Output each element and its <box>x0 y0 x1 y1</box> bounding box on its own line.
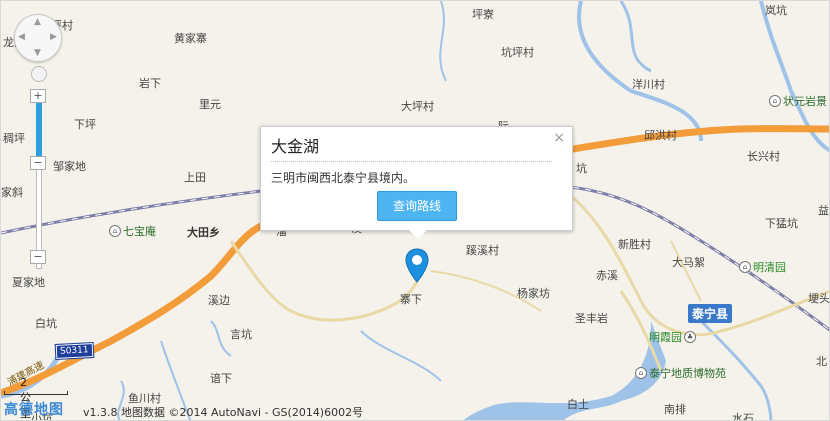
place-label: 邹家地 <box>53 160 86 173</box>
place-label: 大坪村 <box>401 100 434 113</box>
temple-icon: ⌂ <box>769 95 781 107</box>
place-label: 里元 <box>199 98 221 111</box>
place-label: 大田乡 <box>187 226 220 239</box>
place-label: 谙下 <box>210 372 232 385</box>
info-window-description: 三明市闽西北泰宁县境内。 <box>271 171 416 185</box>
place-label: 南排 <box>664 403 686 416</box>
poi-mingqingyuan[interactable]: ⌂ 明清园 <box>739 259 786 275</box>
pan-up-icon[interactable]: ▲ <box>34 17 41 27</box>
map-canvas[interactable]: 坪村 黄家寨 坪寮 岩下 坑坪村 里元 大坪村 下坪 稠坪 邹家地 上田 家斜 … <box>0 0 830 421</box>
place-label: 长兴村 <box>747 150 780 163</box>
place-label: 圣丰岩 <box>575 312 608 325</box>
place-label: 白土 <box>567 398 589 411</box>
place-label: 黄家寨 <box>174 32 207 45</box>
park-icon: ♣ <box>684 331 696 343</box>
scale-line <box>4 391 68 395</box>
place-label: 下猛坑 <box>765 217 798 230</box>
pan-control[interactable]: ▲ ▼ ◀ ▶ <box>14 14 62 62</box>
place-label: 大马絮 <box>672 256 705 269</box>
map-logo: 高德地图 <box>4 402 64 418</box>
place-label: 岩下 <box>139 77 161 90</box>
place-label: 稠坪 <box>3 132 25 145</box>
place-label: 邱洪村 <box>644 129 677 142</box>
copyright-text: v1.3.8 地图数据 ©2014 AutoNavi - GS(2014)600… <box>83 406 364 419</box>
road-shield: S0311 <box>54 341 94 361</box>
place-label: 寨下 <box>400 293 422 306</box>
place-label: 家斜 <box>1 186 23 199</box>
pan-down-icon[interactable]: ▼ <box>34 48 41 58</box>
place-label: 洋川村 <box>632 78 665 91</box>
pan-right-icon[interactable]: ▶ <box>50 32 57 42</box>
close-icon[interactable]: × <box>553 130 565 146</box>
poi-geology-museum[interactable]: ⌂ 泰宁地质博物苑 <box>635 365 726 381</box>
place-label: 埂头 <box>808 292 830 305</box>
zoom-slider-fill <box>36 101 42 159</box>
place-label: 赤溪 <box>596 269 618 282</box>
place-label: 新胜村 <box>618 238 651 251</box>
county-badge: 泰宁县 <box>688 304 733 323</box>
locate-icon[interactable] <box>31 66 47 82</box>
place-label: 岚坑 <box>765 4 787 17</box>
place-label: 下坪 <box>74 118 96 131</box>
poi-qibaoan[interactable]: ⌂ 七宝庵 <box>109 223 156 239</box>
place-label: 夏家地 <box>12 276 45 289</box>
place-label: 溪边 <box>208 294 230 307</box>
query-route-button[interactable]: 查询路线 <box>377 191 457 221</box>
place-label: 水石 <box>732 412 754 421</box>
temple-icon: ⌂ <box>739 261 751 273</box>
place-label: 坑 <box>576 162 587 175</box>
info-window-pointer <box>409 230 427 239</box>
poi-zhuangyuanyan[interactable]: ⌂ 状元岩景 <box>769 93 827 109</box>
temple-icon: ⌂ <box>109 225 121 237</box>
place-label: 言坑 <box>230 328 252 341</box>
info-window: 大金湖 × 三明市闽西北泰宁县境内。 查询路线 <box>260 126 573 239</box>
divider <box>271 161 552 162</box>
place-label: 上田 <box>184 171 206 184</box>
place-label: 坑坪村 <box>501 46 534 59</box>
place-label: 蹊溪村 <box>466 244 499 257</box>
place-label: 北 <box>816 355 827 368</box>
location-pin-icon[interactable] <box>404 248 430 284</box>
zoom-handle[interactable]: − <box>30 156 46 170</box>
pan-left-icon[interactable]: ◀ <box>18 32 25 42</box>
place-label: 益 <box>818 204 829 217</box>
museum-icon: ⌂ <box>635 367 647 379</box>
place-label: 白坑 <box>35 317 57 330</box>
place-label: 杨家坊 <box>517 287 550 300</box>
zoom-out-button[interactable]: − <box>30 250 46 264</box>
place-label: 坪寮 <box>472 8 494 21</box>
info-window-title: 大金湖 <box>271 137 320 156</box>
poi-mingxiayuan[interactable]: 明霞园 ♣ <box>649 329 696 345</box>
zoom-in-button[interactable]: + <box>30 89 46 103</box>
